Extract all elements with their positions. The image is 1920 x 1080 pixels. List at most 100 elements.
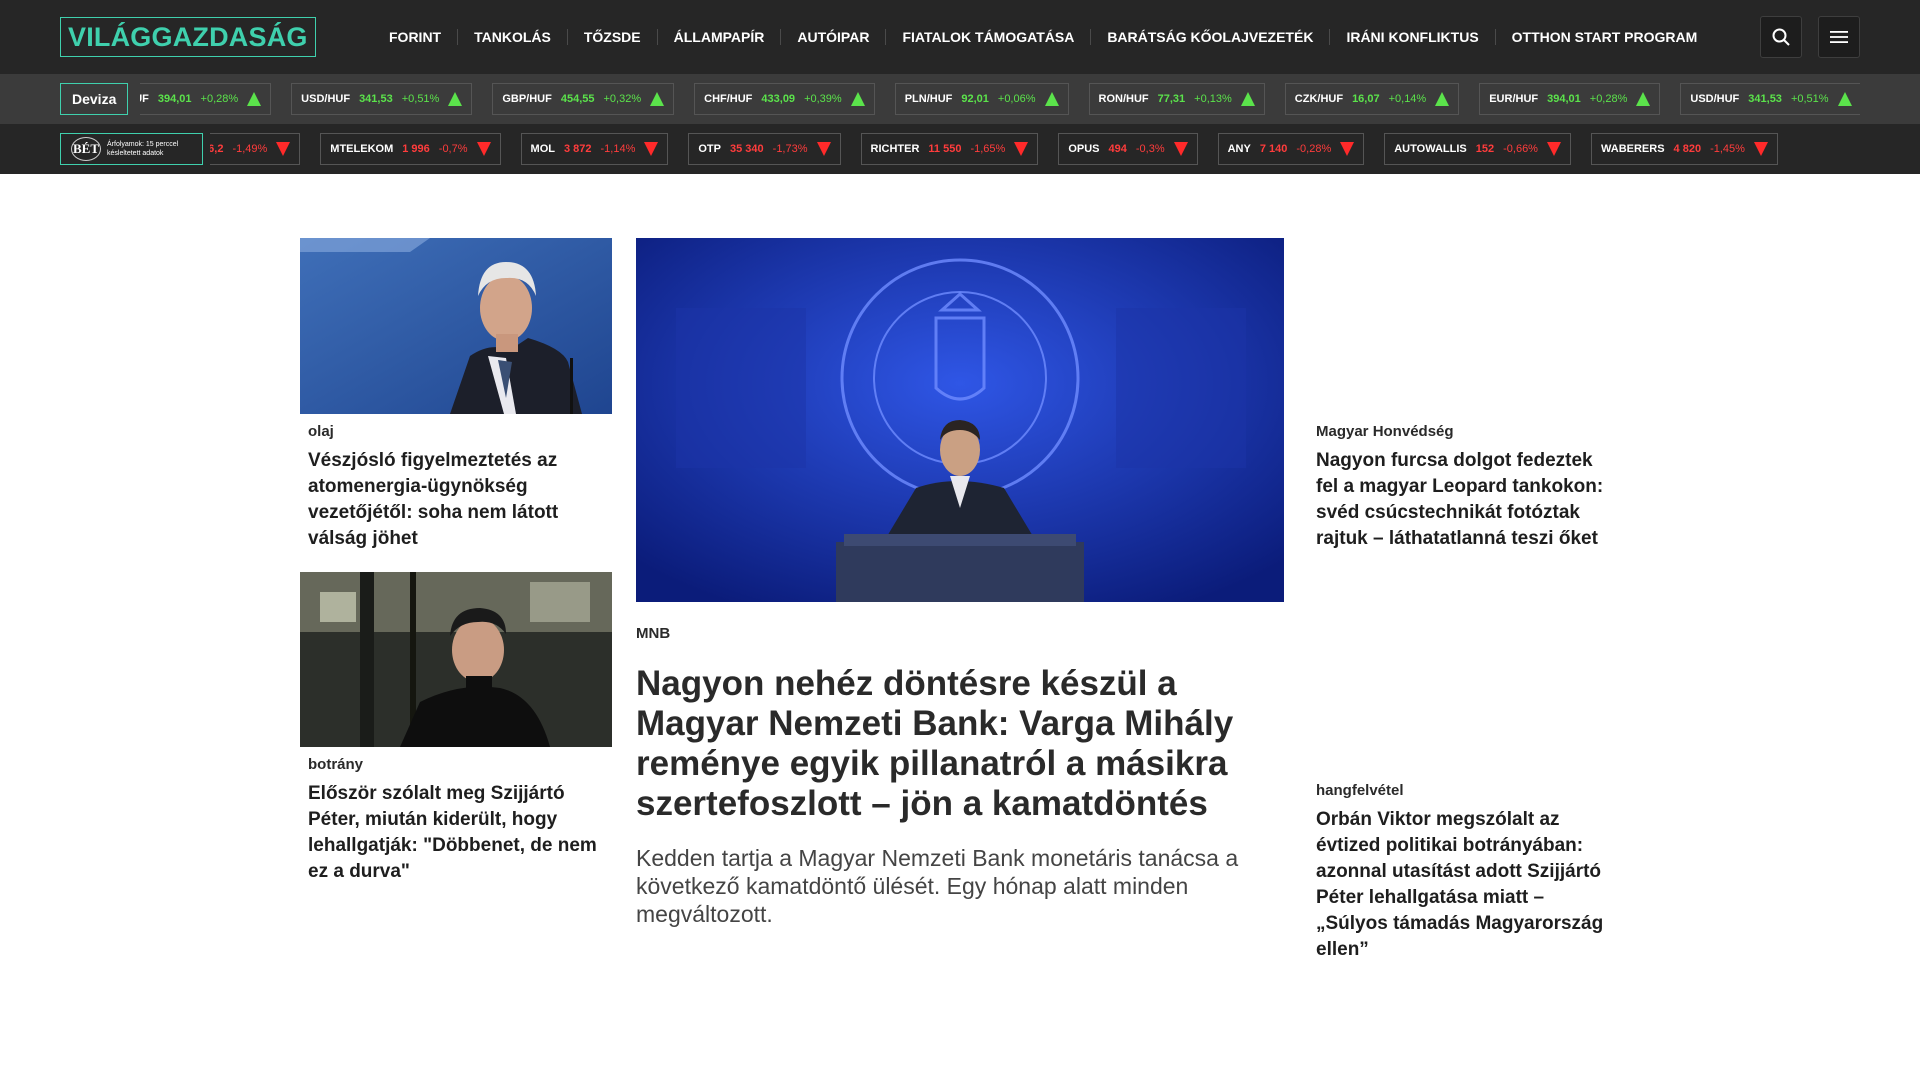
- ticker-change: -1,65%: [970, 143, 1006, 155]
- ticker-symbol: EUR/HUF: [1489, 93, 1539, 105]
- arrow-down-icon: [1173, 142, 1188, 156]
- ticker-symbol: OPUS: [1068, 143, 1100, 155]
- article-tag[interactable]: botrány: [308, 756, 363, 773]
- main-article-tag[interactable]: MNB: [636, 625, 670, 642]
- ticker-price: 16,07: [1352, 93, 1380, 105]
- ticker-change: +0,51%: [1790, 93, 1829, 105]
- ticker-item[interactable]: ANY 7 140 -0,28%: [1217, 133, 1365, 165]
- ticker-symbol: RICHTER: [870, 143, 920, 155]
- nav-item-fiatalok-támogatása[interactable]: FIATALOK TÁMOGATÁSA: [886, 29, 1092, 45]
- main-article-image[interactable]: [636, 238, 1284, 602]
- article-tag[interactable]: hangfelvétel: [1316, 782, 1404, 799]
- ticker-item[interactable]: EUR/HUF 394,01 +0,28%: [1479, 83, 1661, 115]
- ticker-item[interactable]: PLN/HUF 92,01 +0,06%: [894, 83, 1069, 115]
- ticker-price: 92,01: [961, 93, 989, 105]
- ticker-price: 4 820: [1673, 143, 1702, 155]
- ticker-change: -0,28%: [1296, 143, 1332, 155]
- ticker-item[interactable]: 4IG1 286,2-1,49%: [210, 133, 301, 165]
- ticker-change: -0,66%: [1503, 143, 1538, 155]
- ticker-item[interactable]: EUR/HUF 394,01 +0,28%: [140, 83, 272, 115]
- arrow-up-icon: [1240, 92, 1255, 106]
- ticker-item[interactable]: GBP/HUF 454,55 +0,32%: [492, 83, 675, 115]
- article-title[interactable]: Nagyon furcsa dolgot fedeztek fel a magy…: [1316, 448, 1616, 552]
- ticker-price: 11 550: [928, 143, 962, 155]
- article-tag[interactable]: olaj: [308, 423, 334, 440]
- ticker-change: +0,51%: [401, 93, 440, 105]
- ticker-symbol: GBP/HUF: [502, 93, 552, 105]
- main-article-title[interactable]: Nagyon nehéz döntésre készül a Magyar Ne…: [636, 664, 1286, 824]
- ticker-symbol: MOL: [530, 143, 555, 155]
- stock-ticker-bar: BÉT Árfolyamok: 15 perccel késleltetett …: [0, 124, 1920, 174]
- ticker-symbol: WABERERS: [1600, 143, 1665, 155]
- arrow-down-icon: [476, 142, 491, 156]
- arrow-up-icon: [247, 92, 262, 106]
- nav-item-otthon-start-program[interactable]: OTTHON START PROGRAM: [1496, 29, 1714, 45]
- nav-item-iráni-konfliktus[interactable]: IRÁNI KONFLIKTUS: [1330, 29, 1496, 45]
- ticker-price: 341,53: [1748, 93, 1782, 105]
- ticker-item[interactable]: CZK/HUF 16,07 +0,14%: [1284, 83, 1460, 115]
- ticker-change: -1,49%: [232, 143, 268, 155]
- nav-item-állampapír[interactable]: ÁLLAMPAPÍR: [658, 29, 782, 45]
- article-title[interactable]: Vészjósló figyelmeztetés az atomenergia-…: [308, 448, 604, 552]
- ticker-item[interactable]: OPUS 494 -0,3%: [1058, 133, 1198, 165]
- ticker-change: -1,73%: [772, 143, 808, 155]
- main-nav: FORINT TANKOLÁS TŐZSDE ÁLLAMPAPÍR AUTÓIPAR FI…: [373, 0, 1713, 74]
- ticker-item[interactable]: RON/HUF 77,31 +0,13%: [1088, 83, 1265, 115]
- arrow-down-icon: [1546, 142, 1561, 156]
- ticker-price: 341,53: [359, 93, 393, 105]
- search-icon: [1772, 28, 1790, 46]
- ticker-change: +0,06%: [997, 93, 1036, 105]
- site-header: VILÁGGAZDASÁG FORINT TANKOLÁS TŐZSDE ÁLLAMP…: [0, 0, 1920, 74]
- bet-badge[interactable]: BÉT Árfolyamok: 15 perccel késleltetett …: [60, 133, 203, 165]
- ticker-item[interactable]: OTP 35 340 -1,73%: [688, 133, 841, 165]
- article-title[interactable]: Orbán Viktor megszólalt az évtized polit…: [1316, 807, 1616, 963]
- hamburger-menu-icon: [1830, 31, 1848, 43]
- ticker-change: +0,28%: [200, 93, 239, 105]
- ticker-change: -0,3%: [1135, 143, 1165, 155]
- ticker-symbol: USD/HUF: [301, 93, 351, 105]
- article-image-oil[interactable]: [300, 238, 612, 414]
- article-image-szijjarto[interactable]: [300, 572, 612, 747]
- arrow-up-icon: [650, 92, 665, 106]
- currency-label[interactable]: Deviza: [60, 83, 129, 115]
- arrow-down-icon: [276, 142, 291, 156]
- ticker-price: 394,01: [1547, 93, 1581, 105]
- menu-button[interactable]: [1818, 16, 1860, 58]
- article-title[interactable]: Először szólalt meg Szijjártó Péter, miu…: [308, 781, 604, 885]
- ticker-item[interactable]: RICHTER 11 550 -1,65%: [860, 133, 1039, 165]
- stock-ticker: 4IG1 286,2-1,49%MTELEKOM1 996-0,7%MOL3 8…: [210, 133, 1860, 165]
- ticker-item[interactable]: USD/HUF 341,53 +0,51%: [1680, 83, 1860, 115]
- arrow-down-icon: [1014, 142, 1029, 156]
- arrow-up-icon: [1837, 92, 1852, 106]
- article-tag[interactable]: Magyar Honvédség: [1316, 423, 1454, 440]
- ticker-change: +0,32%: [603, 93, 642, 105]
- arrow-up-icon: [1636, 92, 1651, 106]
- ticker-item[interactable]: WABERERS 4 820 -1,45%: [1590, 133, 1778, 165]
- nav-item-barátság-kőolajvezeték[interactable]: BARÁTSÁG KŐOLAJVEZETÉK: [1091, 29, 1331, 45]
- site-logo[interactable]: VILÁGGAZDASÁG: [60, 17, 316, 57]
- ticker-price: 394,01: [157, 93, 192, 105]
- ticker-symbol: PLN/HUF: [904, 93, 953, 105]
- ticker-item[interactable]: MOL 3 872 -1,14%: [520, 133, 669, 165]
- ticker-item[interactable]: USD/HUF 341,53 +0,51%: [291, 83, 473, 115]
- ticker-price: 3 872: [563, 143, 592, 155]
- ticker-change: -0,7%: [438, 143, 468, 155]
- ticker-price: 1 286,2: [210, 143, 224, 155]
- arrow-up-icon: [1435, 92, 1450, 106]
- nav-item-autóipar[interactable]: AUTÓIPAR: [781, 29, 887, 45]
- currency-ticker: EUR/HUF 394,01 +0,28% USD/HUF 341,53 +0,51% GB…: [140, 83, 1860, 115]
- search-button[interactable]: [1760, 16, 1802, 58]
- ticker-item[interactable]: MTELEKOM 1 996 -0,7%: [320, 133, 501, 165]
- ticker-price: 77,31: [1157, 93, 1186, 105]
- ticker-symbol: AUTOWALLIS: [1394, 143, 1467, 155]
- nav-item-forint[interactable]: FORINT: [373, 29, 459, 45]
- ticker-item[interactable]: AUTOWALLIS 152 -0,66%: [1384, 133, 1571, 165]
- main-article-lead: Kedden tartja a Magyar Nemzeti Bank mone…: [636, 845, 1239, 927]
- ticker-price: 35 340: [730, 143, 764, 155]
- ticker-item[interactable]: CHF/HUF 433,09 +0,39%: [694, 83, 875, 115]
- ticker-price: 1 996: [402, 143, 430, 155]
- ticker-price: 433,09: [761, 93, 796, 105]
- nav-item-tőzsde[interactable]: TŐZSDE: [568, 29, 658, 45]
- arrow-down-icon: [816, 142, 831, 156]
- nav-item-tankolás[interactable]: TANKOLÁS: [458, 29, 568, 45]
